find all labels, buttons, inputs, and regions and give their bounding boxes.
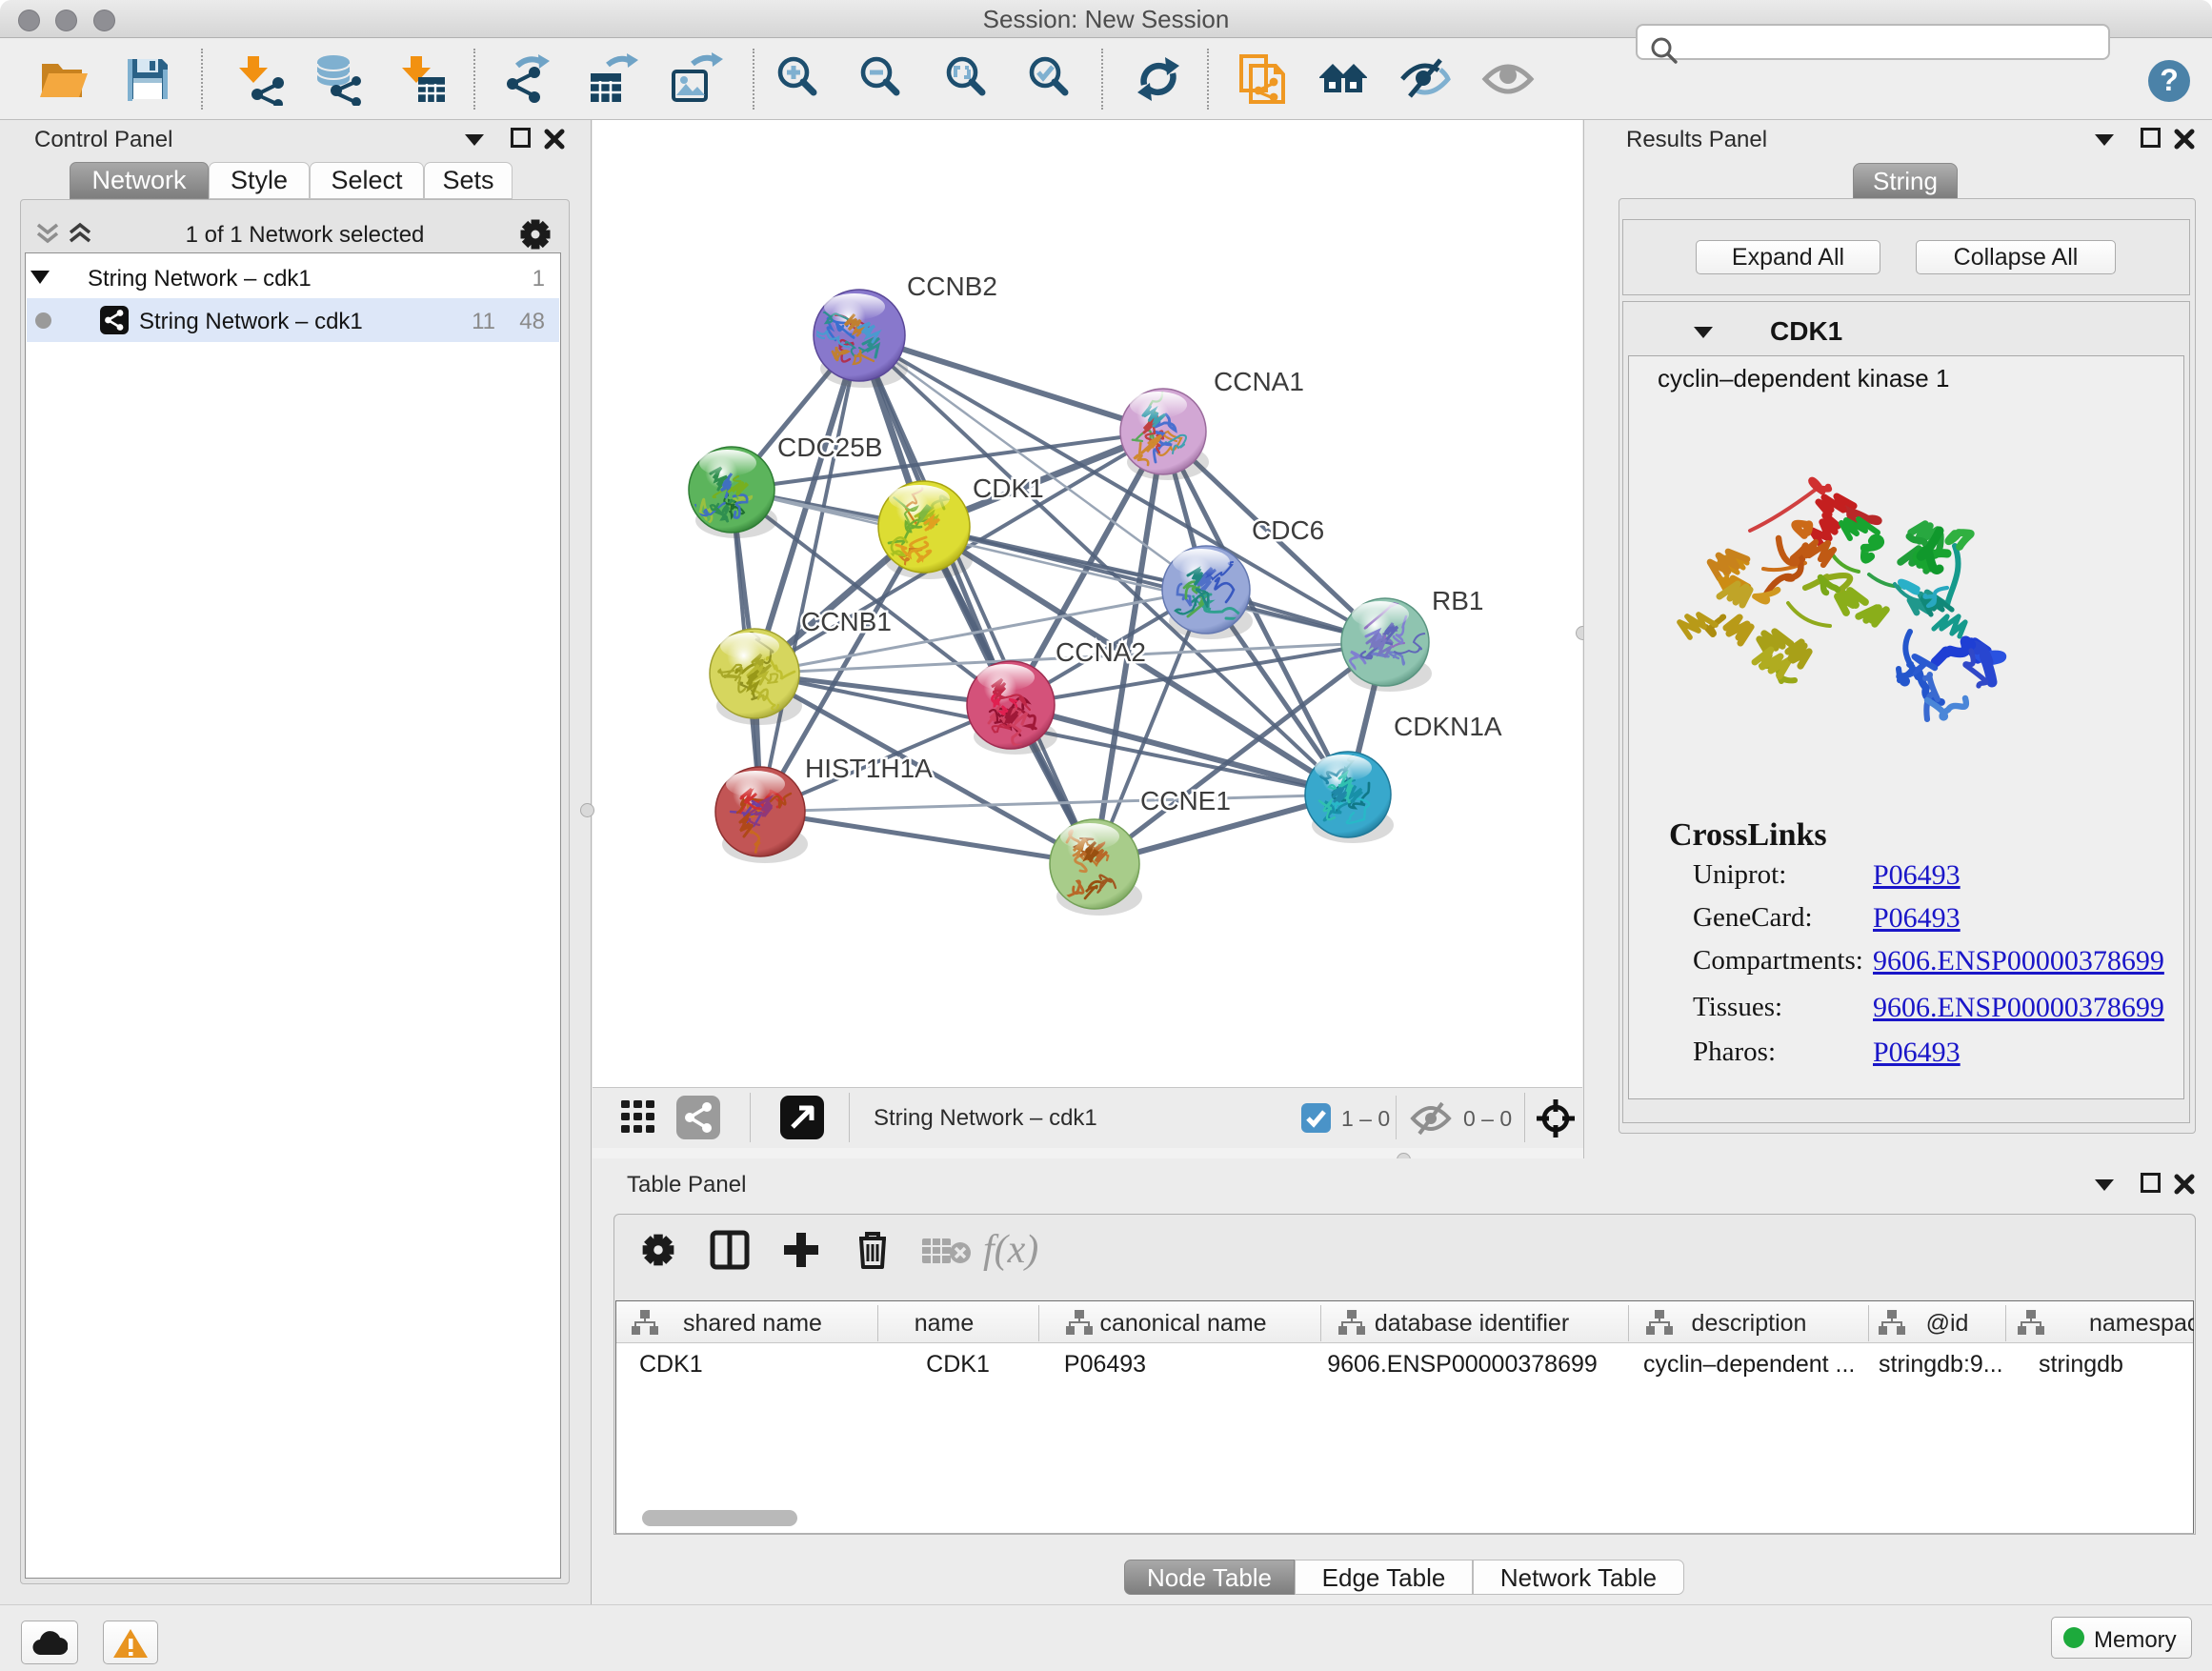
- svg-text:CDC25B: CDC25B: [777, 433, 882, 462]
- svg-text:CCNE1: CCNE1: [1140, 786, 1231, 815]
- svg-text:CCNB1: CCNB1: [801, 607, 892, 636]
- svg-text:CDK1: CDK1: [973, 473, 1044, 503]
- svg-text:HIST1H1A: HIST1H1A: [805, 754, 933, 783]
- svg-text:CDC6: CDC6: [1252, 515, 1324, 545]
- svg-text:CDKN1A: CDKN1A: [1394, 712, 1502, 741]
- svg-text:RB1: RB1: [1432, 586, 1483, 615]
- svg-text:CCNA2: CCNA2: [1056, 637, 1146, 667]
- svg-text:?: ?: [2160, 63, 2179, 97]
- svg-text:CCNA1: CCNA1: [1214, 367, 1304, 396]
- svg-text:CCNB2: CCNB2: [907, 272, 997, 301]
